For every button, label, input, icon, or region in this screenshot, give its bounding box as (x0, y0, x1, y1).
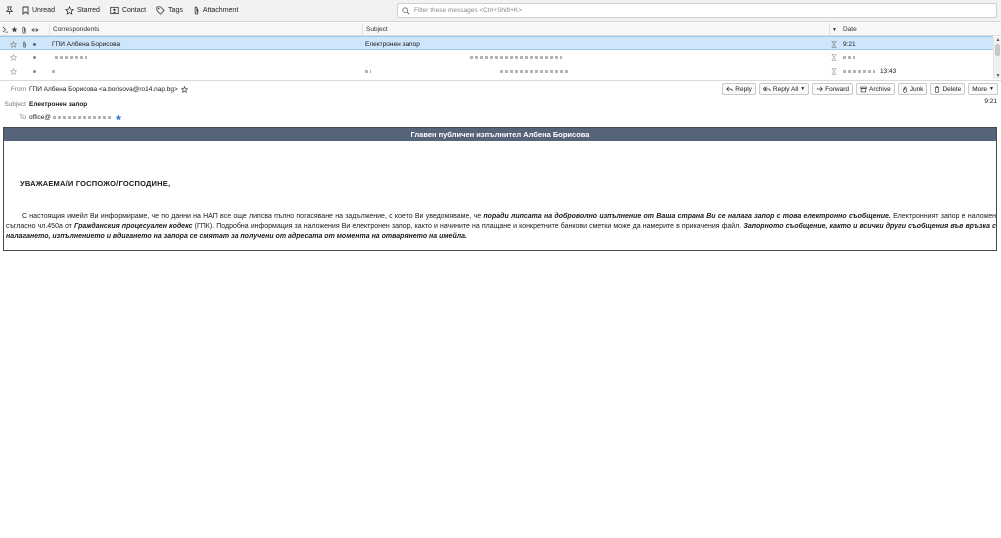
row-date-redacted (843, 50, 855, 64)
starred-column-icon[interactable] (11, 23, 18, 36)
trash-icon (935, 85, 940, 93)
more-button[interactable]: More ▼ (968, 83, 998, 95)
quick-filter-bar: Unread Starred Contact Tags Attachment F… (0, 0, 1001, 22)
row-subject-redacted (470, 50, 562, 64)
star-toggle-icon[interactable] (10, 64, 17, 78)
scrollbar-thumb[interactable] (995, 44, 1000, 56)
unread-label: Unread (32, 7, 55, 14)
message-time: 9:21 (984, 98, 997, 105)
to-line: To office@ (0, 111, 122, 123)
forward-icon (816, 86, 823, 92)
column-correspondents[interactable]: Correspondents (49, 23, 361, 36)
message-row[interactable]: 13:43 (0, 64, 993, 78)
to-value-redacted (53, 115, 114, 119)
row-subject-redacted-2 (500, 64, 568, 78)
tag-icon (156, 6, 165, 15)
star-toggle-icon[interactable] (10, 37, 17, 51)
tags-filter-button[interactable]: Tags (152, 3, 187, 19)
row-date: 9:21 (843, 40, 856, 48)
row-correspondent-redacted (55, 50, 87, 64)
bookmark-icon (22, 6, 29, 15)
starred-label: Starred (76, 7, 100, 14)
message-actions: Reply Reply All ▼ Forward Archive Junk D… (719, 83, 998, 95)
body-paragraph: С настоящия имейл Ви информираме, че по … (6, 213, 997, 240)
hourglass-icon (831, 50, 837, 64)
from-line: From ГПИ Албена Борисова <a.borisova@ro1… (0, 83, 188, 95)
chevron-down-icon[interactable]: ▼ (800, 86, 805, 92)
read-dot-icon[interactable] (33, 37, 36, 51)
attachment-label: Attachment (202, 7, 239, 14)
message-row-selected[interactable]: ГПИ Албена Борисова Електронен запор 9:2… (0, 36, 993, 50)
body-greeting: УВАЖАЕМА/И ГОСПОЖО/ГОСПОДИНЕ, (20, 179, 171, 188)
scroll-up-icon[interactable]: ▲ (994, 37, 1001, 43)
hourglass-icon (831, 64, 837, 78)
read-status-column-icon[interactable] (31, 23, 39, 36)
reply-all-icon (762, 86, 771, 92)
pin-icon[interactable] (0, 0, 18, 22)
sort-down-icon: ▼ (832, 26, 837, 33)
reply-icon (726, 86, 733, 92)
to-label: To (19, 113, 26, 121)
filter-placeholder: Filter these messages <Ctrl+Shift+K> (414, 7, 523, 14)
junk-button[interactable]: Junk (897, 83, 928, 95)
delete-button[interactable]: Delete (930, 83, 966, 95)
unread-filter-button[interactable]: Unread (18, 3, 59, 19)
contact-filter-button[interactable]: Contact (106, 3, 150, 19)
star-icon (64, 6, 74, 15)
archive-button[interactable]: Archive (856, 83, 895, 95)
from-value[interactable]: ГПИ Албена Борисова <a.borisova@ro14.nap… (29, 86, 178, 93)
message-body: Главен публичен изпълнител Албена Борисо… (3, 127, 997, 251)
reply-all-button[interactable]: Reply All ▼ (758, 83, 810, 95)
row-subject-redacted (365, 64, 371, 78)
body-banner: Главен публичен изпълнител Албена Борисо… (4, 128, 996, 141)
reply-button[interactable]: Reply (722, 83, 756, 95)
read-dot-icon[interactable] (33, 64, 36, 78)
column-date[interactable]: ▼ Date (829, 23, 993, 36)
archive-icon (860, 86, 867, 92)
thread-list-scrollbar[interactable]: ▲ ▼ (993, 37, 1001, 79)
row-correspondent-redacted (52, 64, 55, 78)
star-contact-icon[interactable] (180, 85, 188, 93)
attachment-column-icon[interactable] (21, 23, 27, 36)
thread-list-header: Correspondents Subject ▼ Date (0, 23, 1001, 36)
star-filled-icon[interactable] (115, 114, 122, 121)
row-correspondent: ГПИ Албена Борисова (52, 40, 121, 48)
forward-button[interactable]: Forward (812, 83, 854, 95)
star-toggle-icon[interactable] (10, 50, 17, 64)
subject-value: Електронен запор (29, 100, 88, 108)
paperclip-icon (194, 6, 199, 15)
column-subject-label: Subject (366, 26, 388, 33)
column-subject[interactable]: Subject (362, 23, 828, 36)
contact-label: Contact (121, 7, 147, 14)
contact-card-icon (110, 6, 119, 15)
column-date-label: Date (842, 26, 857, 33)
chevron-down-icon: ▼ (989, 86, 994, 92)
subject-label: Subject (4, 100, 26, 108)
hourglass-icon (831, 37, 837, 51)
junk-flame-icon (902, 85, 907, 93)
row-date-redacted (843, 64, 875, 78)
scroll-down-icon[interactable]: ▼ (994, 73, 1001, 79)
message-header: From ГПИ Албена Борисова <a.borisova@ro1… (0, 80, 1001, 122)
starred-filter-button[interactable]: Starred (61, 3, 104, 19)
column-correspondents-label: Correspondents (53, 26, 100, 33)
attachment-filter-button[interactable]: Attachment (189, 3, 242, 19)
thread-column-icon[interactable] (2, 23, 9, 36)
search-icon (402, 6, 410, 15)
to-value[interactable]: office@ (29, 114, 51, 121)
tags-label: Tags (168, 7, 183, 14)
filter-messages-input[interactable]: Filter these messages <Ctrl+Shift+K> (397, 3, 997, 18)
attachment-indicator-icon (22, 37, 27, 51)
read-dot-icon[interactable] (33, 50, 36, 64)
subject-line: Subject Електронен запор (0, 98, 87, 110)
message-row[interactable] (0, 50, 993, 64)
row-subject: Електронен запор (365, 40, 420, 48)
from-label: From (10, 85, 26, 93)
row-date: 13:43 (880, 67, 897, 75)
